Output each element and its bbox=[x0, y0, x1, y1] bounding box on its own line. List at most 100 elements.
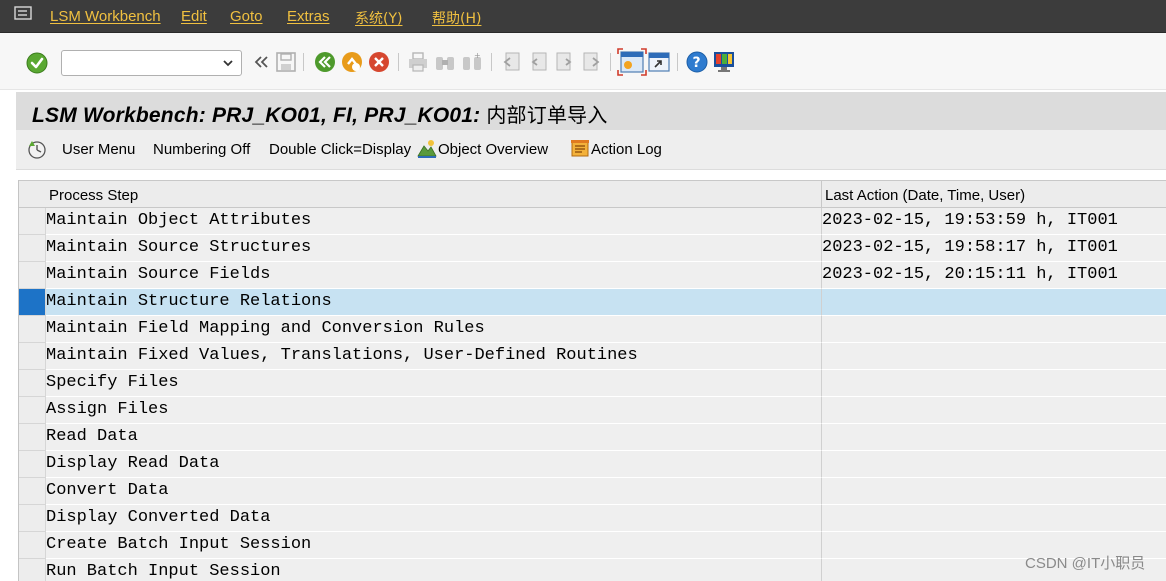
menu-goto[interactable]: Goto bbox=[230, 8, 263, 25]
table-row[interactable]: Maintain Fixed Values, Translations, Use… bbox=[19, 343, 1166, 370]
print-icon[interactable] bbox=[406, 50, 430, 74]
process-step-cell[interactable]: Display Read Data bbox=[46, 451, 822, 478]
separator bbox=[303, 53, 304, 71]
exit-icon[interactable] bbox=[340, 50, 364, 74]
last-action-cell bbox=[822, 397, 1166, 424]
separator bbox=[677, 53, 678, 71]
row-selector[interactable] bbox=[19, 559, 46, 581]
help-icon[interactable]: ? bbox=[685, 50, 709, 74]
table-row[interactable]: Maintain Source Structures 2023-02-15, 19… bbox=[19, 235, 1166, 262]
title-bar: LSM Workbench: PRJ_KO01, FI, PRJ_KO01: 内… bbox=[16, 92, 1166, 130]
table-header-selector[interactable] bbox=[19, 180, 46, 208]
table-row-selected[interactable]: Maintain Structure Relations bbox=[19, 289, 1166, 316]
process-step-text: Maintain Structure Relations bbox=[46, 292, 332, 311]
user-menu-icon[interactable] bbox=[26, 138, 48, 160]
column-header-process-step[interactable]: Process Step bbox=[46, 180, 822, 208]
process-step-cell[interactable]: Maintain Object Attributes bbox=[46, 208, 822, 235]
double-click-display-button[interactable]: Double Click=Display bbox=[269, 141, 411, 158]
process-step-text: Read Data bbox=[46, 427, 138, 446]
table-row[interactable]: Specify Files bbox=[19, 370, 1166, 397]
object-overview-icon[interactable] bbox=[416, 138, 438, 160]
process-step-cell[interactable]: Create Batch Input Session bbox=[46, 532, 822, 559]
row-selector[interactable] bbox=[19, 451, 46, 478]
save-icon[interactable] bbox=[274, 50, 298, 74]
application-toolbar: User Menu Numbering Off Double Click=Dis… bbox=[16, 130, 1166, 170]
column-header-label: Process Step bbox=[49, 187, 139, 204]
process-step-cell[interactable]: Assign Files bbox=[46, 397, 822, 424]
table-row[interactable]: Maintain Object Attributes 2023-02-15, 19… bbox=[19, 208, 1166, 235]
menu-extras[interactable]: Extras bbox=[287, 8, 330, 25]
menu-edit[interactable]: Edit bbox=[181, 8, 207, 25]
find-next-icon[interactable]: + bbox=[460, 50, 484, 74]
column-header-last-action[interactable]: Last Action (Date, Time, User) bbox=[822, 180, 1166, 208]
object-overview-button[interactable]: Object Overview bbox=[438, 141, 548, 158]
page-title-chinese: 内部订单导入 bbox=[486, 103, 608, 127]
process-step-cell[interactable]: Read Data bbox=[46, 424, 822, 451]
process-step-text: Maintain Object Attributes bbox=[46, 211, 312, 230]
find-icon[interactable] bbox=[433, 50, 457, 74]
row-selector[interactable] bbox=[19, 289, 46, 316]
create-session-icon[interactable] bbox=[617, 48, 647, 76]
row-selector[interactable] bbox=[19, 235, 46, 262]
last-action-cell bbox=[822, 316, 1166, 343]
row-selector[interactable] bbox=[19, 505, 46, 532]
table-row[interactable]: Display Read Data bbox=[19, 451, 1166, 478]
row-selector[interactable] bbox=[19, 478, 46, 505]
svg-text:+: + bbox=[474, 51, 481, 60]
last-page-icon[interactable] bbox=[580, 50, 604, 74]
last-action-cell: 2023-02-15, 20:15:11 h, IT001 bbox=[822, 262, 1166, 289]
enter-icon[interactable] bbox=[25, 51, 49, 75]
table-row[interactable]: Run Batch Input Session bbox=[19, 559, 1166, 581]
process-step-cell[interactable]: Display Converted Data bbox=[46, 505, 822, 532]
table-row[interactable]: Create Batch Input Session bbox=[19, 532, 1166, 559]
previous-page-icon[interactable] bbox=[526, 50, 550, 74]
process-step-cell[interactable]: Maintain Fixed Values, Translations, Use… bbox=[46, 343, 822, 370]
shortcut-icon[interactable] bbox=[647, 50, 671, 74]
page-title: LSM Workbench: PRJ_KO01, FI, PRJ_KO01: 内… bbox=[32, 99, 608, 128]
numbering-off-button[interactable]: Numbering Off bbox=[153, 141, 250, 158]
table-row[interactable]: Display Converted Data bbox=[19, 505, 1166, 532]
process-step-cell[interactable]: Convert Data bbox=[46, 478, 822, 505]
action-log-icon[interactable] bbox=[569, 138, 591, 160]
row-selector[interactable] bbox=[19, 424, 46, 451]
next-page-icon[interactable] bbox=[553, 50, 577, 74]
row-selector[interactable] bbox=[19, 208, 46, 235]
last-action-cell bbox=[822, 505, 1166, 532]
layout-icon[interactable] bbox=[712, 50, 736, 74]
process-step-cell[interactable]: Maintain Source Fields bbox=[46, 262, 822, 289]
separator bbox=[491, 53, 492, 71]
process-step-cell[interactable]: Maintain Structure Relations bbox=[46, 289, 822, 316]
process-step-cell[interactable]: Run Batch Input Session bbox=[46, 559, 822, 581]
collapse-command-icon[interactable] bbox=[249, 50, 273, 74]
menu-help[interactable]: 帮助(H) bbox=[432, 8, 481, 28]
action-log-button[interactable]: Action Log bbox=[591, 141, 662, 158]
separator bbox=[610, 53, 611, 71]
process-step-cell[interactable]: Maintain Field Mapping and Conversion Ru… bbox=[46, 316, 822, 343]
command-field[interactable] bbox=[61, 50, 242, 76]
table-row[interactable]: Convert Data bbox=[19, 478, 1166, 505]
table-row[interactable]: Maintain Source Fields 2023-02-15, 20:15:… bbox=[19, 262, 1166, 289]
menu-lsm-workbench[interactable]: LSM Workbench bbox=[50, 8, 161, 25]
command-input[interactable] bbox=[66, 54, 216, 72]
row-selector[interactable] bbox=[19, 343, 46, 370]
user-menu-button[interactable]: User Menu bbox=[62, 141, 135, 158]
chevron-down-icon[interactable] bbox=[221, 55, 235, 71]
last-action-cell bbox=[822, 370, 1166, 397]
row-selector[interactable] bbox=[19, 370, 46, 397]
process-step-cell[interactable]: Specify Files bbox=[46, 370, 822, 397]
table-row[interactable]: Maintain Field Mapping and Conversion Ru… bbox=[19, 316, 1166, 343]
back-icon[interactable] bbox=[313, 50, 337, 74]
process-step-table: Process Step Last Action (Date, Time, Us… bbox=[18, 180, 1166, 581]
first-page-icon[interactable] bbox=[499, 50, 523, 74]
cancel-icon[interactable] bbox=[367, 50, 391, 74]
table-row[interactable]: Assign Files bbox=[19, 397, 1166, 424]
process-step-text: Run Batch Input Session bbox=[46, 562, 281, 581]
menu-system[interactable]: 系统(Y) bbox=[355, 8, 402, 28]
row-selector[interactable] bbox=[19, 262, 46, 289]
process-step-cell[interactable]: Maintain Source Structures bbox=[46, 235, 822, 262]
table-row[interactable]: Read Data bbox=[19, 424, 1166, 451]
row-selector[interactable] bbox=[19, 397, 46, 424]
system-menu-icon[interactable] bbox=[14, 6, 34, 22]
row-selector[interactable] bbox=[19, 316, 46, 343]
row-selector[interactable] bbox=[19, 532, 46, 559]
